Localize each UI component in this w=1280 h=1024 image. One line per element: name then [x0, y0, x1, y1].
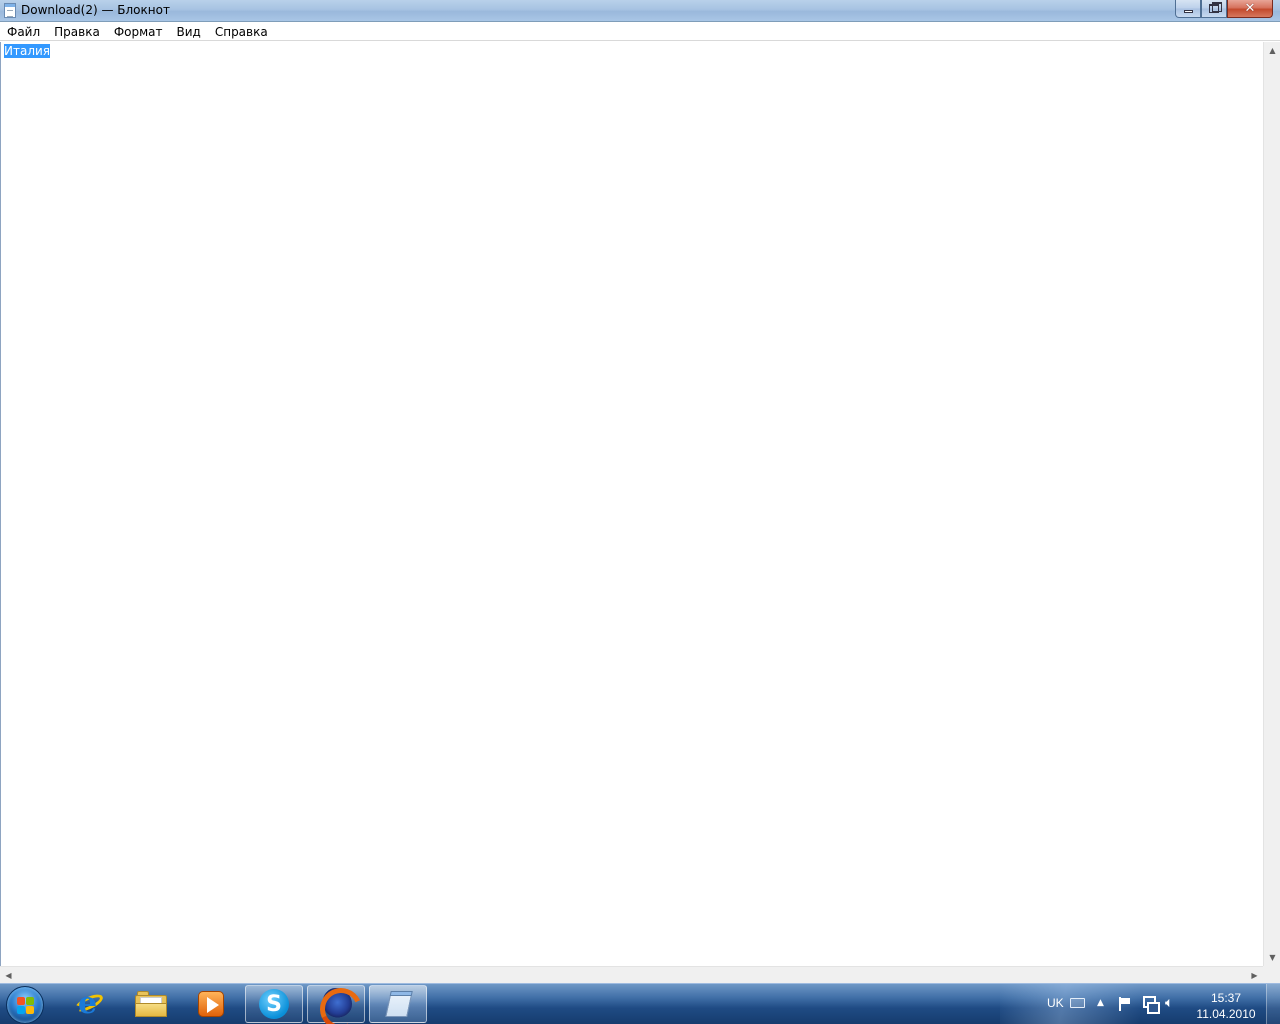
vertical-scrollbar[interactable]: ▲ ▼ — [1263, 42, 1280, 966]
close-button[interactable]: ✕ — [1227, 0, 1273, 18]
ie-icon: e — [72, 989, 106, 1019]
notepad-icon — [381, 991, 415, 1017]
network-icon[interactable] — [1143, 996, 1160, 1014]
scrollbar-corner — [1263, 966, 1280, 983]
scroll-up-arrow-icon[interactable]: ▲ — [1264, 42, 1280, 59]
volume-icon[interactable]: 🔈︎ — [1165, 995, 1173, 1011]
window-title: Download(2) — Блокнот — [21, 3, 170, 17]
text-editor[interactable]: Италия — [0, 42, 1263, 966]
maximize-button[interactable] — [1201, 0, 1227, 18]
taskbar-skype[interactable]: S — [245, 985, 303, 1023]
folder-icon — [135, 991, 167, 1017]
system-tray: UK ▲ 🔈︎ 15:37 11.04.2010 — [1040, 984, 1280, 1024]
clock[interactable]: 15:37 11.04.2010 — [1194, 990, 1258, 1022]
menu-edit[interactable]: Правка — [47, 22, 107, 41]
restore-icon — [1209, 2, 1222, 13]
language-indicator[interactable]: UK — [1047, 996, 1064, 1010]
clock-date: 11.04.2010 — [1196, 1007, 1256, 1021]
menu-bar: Файл Правка Формат Вид Справка — [0, 22, 1280, 41]
taskbar-ie[interactable]: e — [60, 985, 118, 1023]
taskbar-media-player[interactable] — [182, 985, 240, 1023]
start-button[interactable] — [6, 986, 44, 1024]
editor-content[interactable]: Италия — [4, 44, 51, 58]
notepad-icon[interactable] — [4, 3, 16, 18]
skype-icon: S — [259, 989, 289, 1019]
scroll-right-arrow-icon[interactable]: ▶ — [1246, 967, 1263, 984]
title-bar[interactable]: Download(2) — Блокнот ✕ — [0, 0, 1280, 22]
firefox-icon — [320, 988, 352, 1020]
action-center-flag-icon[interactable] — [1119, 997, 1131, 1011]
taskbar-notepad[interactable] — [369, 985, 427, 1023]
taskbar: e S UK ▲ 🔈︎ 15:37 11.04.2010 — [0, 983, 1280, 1024]
minimize-button[interactable] — [1175, 0, 1201, 18]
menu-file[interactable]: Файл — [0, 22, 47, 41]
scroll-down-arrow-icon[interactable]: ▼ — [1264, 949, 1280, 966]
windows-logo-icon — [17, 997, 35, 1015]
show-hidden-icons-icon[interactable]: ▲ — [1097, 998, 1104, 1008]
keyboard-icon[interactable] — [1070, 998, 1085, 1008]
taskbar-explorer[interactable] — [122, 985, 180, 1023]
close-icon: ✕ — [1244, 1, 1256, 16]
minimize-icon — [1183, 10, 1193, 13]
horizontal-scrollbar[interactable]: ◀ ▶ — [0, 966, 1263, 983]
taskbar-firefox[interactable] — [307, 985, 365, 1023]
scroll-left-arrow-icon[interactable]: ◀ — [0, 967, 17, 984]
show-desktop-button[interactable] — [1266, 984, 1280, 1024]
menu-view[interactable]: Вид — [170, 22, 208, 41]
clock-time: 15:37 — [1210, 991, 1242, 1005]
menu-help[interactable]: Справка — [208, 22, 275, 41]
media-player-icon — [198, 991, 224, 1017]
menu-format[interactable]: Формат — [107, 22, 170, 41]
selected-text[interactable]: Италия — [4, 44, 51, 58]
